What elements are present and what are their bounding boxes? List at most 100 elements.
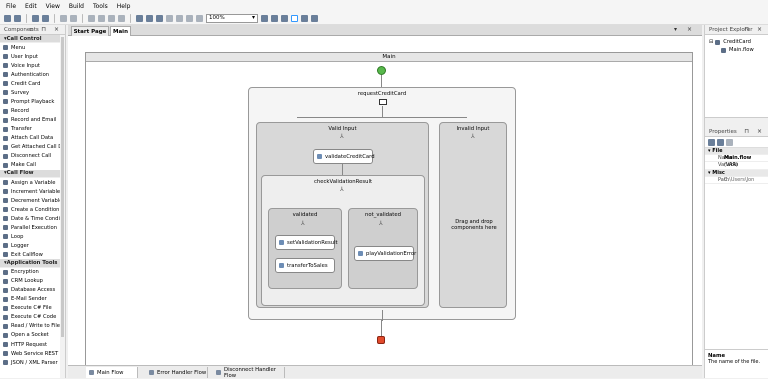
- component-item[interactable]: Record: [0, 107, 65, 116]
- request-credit-card-block[interactable]: requestCreditCard Valid Input ⅄ validate…: [248, 87, 516, 321]
- menu-file[interactable]: File: [6, 3, 16, 10]
- panel-controls[interactable]: ▫ ⊓ ×: [29, 26, 62, 33]
- tab-disconnect-handler-flow[interactable]: Disconnect Handler Flow: [213, 367, 285, 379]
- property-value[interactable]: C:\Users\Jon: [720, 177, 754, 183]
- transfer-to-sales-node[interactable]: transferToSales: [275, 258, 335, 273]
- component-item[interactable]: User Input: [0, 52, 65, 61]
- property-row[interactable]: Variable (VAR): [705, 162, 768, 170]
- redo-icon[interactable]: [70, 14, 77, 22]
- file-node[interactable]: Main.flow: [709, 47, 768, 53]
- zoom-select[interactable]: 100%: [206, 13, 258, 23]
- save-icon[interactable]: [32, 14, 39, 22]
- property-value[interactable]: Main.flow: [720, 155, 751, 161]
- menu-edit[interactable]: Edit: [25, 3, 37, 10]
- component-item[interactable]: Execute C# Code: [0, 313, 65, 322]
- property-row[interactable]: Name Main.flow: [705, 155, 768, 163]
- component-item[interactable]: Make Call: [0, 161, 65, 170]
- component-item[interactable]: Menu: [0, 43, 65, 52]
- component-item[interactable]: E-Mail Sender: [0, 295, 65, 304]
- set-validation-result-node[interactable]: setValidationResult: [275, 235, 338, 250]
- category-header[interactable]: ▾ Application Tools: [0, 259, 65, 268]
- check-validation-result-block[interactable]: checkValidationResult ⅄ validated ⅄ setV…: [261, 175, 425, 306]
- properties-section-file[interactable]: ▾ File: [705, 148, 768, 156]
- pointer-icon[interactable]: [291, 14, 298, 22]
- component-item[interactable]: Logger: [0, 241, 65, 250]
- delete-icon[interactable]: [118, 14, 125, 22]
- component-item[interactable]: Execute C# File: [0, 304, 65, 313]
- tab-error-handler-flow[interactable]: Error Handler Flow: [146, 367, 208, 378]
- menu-help[interactable]: Help: [117, 3, 131, 10]
- zoom-in-icon[interactable]: [261, 14, 268, 22]
- component-item[interactable]: Credit Card: [0, 79, 65, 88]
- component-item[interactable]: Disconnect Call: [0, 152, 65, 161]
- component-item[interactable]: Decrement Variable: [0, 196, 65, 205]
- invalid-input-branch[interactable]: Invalid Input ⅄ Drag and drop components…: [439, 122, 507, 308]
- tab-controls[interactable]: ▾ ×: [674, 26, 696, 33]
- component-item[interactable]: Open a Socket: [0, 331, 65, 340]
- move-down-icon[interactable]: [186, 14, 193, 22]
- property-row[interactable]: Path C:\Users\Jon: [705, 177, 768, 184]
- component-item[interactable]: Voice Input: [0, 61, 65, 70]
- component-item[interactable]: Transfer: [0, 125, 65, 134]
- property-pages-icon[interactable]: [726, 138, 733, 146]
- new-item-icon[interactable]: [14, 14, 21, 22]
- category-header[interactable]: ▾ Call Flow: [0, 169, 65, 179]
- alphabetical-icon[interactable]: [717, 138, 724, 146]
- hand-icon[interactable]: [301, 14, 308, 22]
- start-icon[interactable]: [377, 66, 386, 75]
- menu-build[interactable]: Build: [69, 3, 84, 10]
- project-node[interactable]: ⊟ CreditCard: [709, 39, 768, 45]
- end-icon[interactable]: [377, 336, 385, 344]
- zoom-fit-icon[interactable]: [281, 14, 288, 22]
- component-item[interactable]: Record and Email: [0, 116, 65, 125]
- validated-branch[interactable]: validated ⅄ setValidationResult transfer…: [268, 208, 342, 289]
- cut-icon[interactable]: [88, 14, 95, 22]
- paste-icon[interactable]: [108, 14, 115, 22]
- components-scrollbar[interactable]: [60, 35, 65, 378]
- properties-section-misc[interactable]: ▾ Misc: [705, 169, 768, 177]
- valid-input-branch[interactable]: Valid Input ⅄ validateCreditCard checkVa…: [256, 122, 429, 308]
- build-all-icon[interactable]: [146, 14, 153, 22]
- tab-start-page[interactable]: Start Page: [71, 26, 109, 36]
- settings-icon[interactable]: [311, 14, 318, 22]
- component-item[interactable]: Get Attached Call D: [0, 143, 65, 152]
- collapse-icon[interactable]: ⊟: [709, 39, 713, 45]
- menu-tools[interactable]: Tools: [93, 3, 108, 10]
- zoom-out-icon[interactable]: [271, 14, 278, 22]
- publish-icon[interactable]: [156, 14, 163, 22]
- component-item[interactable]: CRM Lookup: [0, 277, 65, 286]
- tab-main-flow[interactable]: Main Flow: [86, 367, 138, 378]
- tab-main[interactable]: Main: [110, 26, 131, 36]
- align-icon[interactable]: [166, 14, 173, 22]
- component-item[interactable]: HTTP Request: [0, 340, 65, 349]
- component-item[interactable]: Attach Call Data: [0, 134, 65, 143]
- component-item[interactable]: Database Access: [0, 286, 65, 295]
- not-validated-branch[interactable]: not_validated ⅄ playValidationError: [348, 208, 418, 289]
- component-item[interactable]: Prompt Playback: [0, 97, 65, 106]
- component-item[interactable]: Exit Callflow: [0, 250, 65, 259]
- category-header[interactable]: ▾ Call Control: [0, 35, 65, 44]
- component-item[interactable]: Date & Time Condit: [0, 214, 65, 223]
- new-project-icon[interactable]: [4, 14, 11, 22]
- panel-controls[interactable]: ⊓ ×: [744, 128, 765, 135]
- build-icon[interactable]: [136, 14, 143, 22]
- validate-credit-card-node[interactable]: validateCreditCard: [313, 149, 375, 164]
- categorized-icon[interactable]: [708, 138, 715, 146]
- distribute-icon[interactable]: [176, 14, 183, 22]
- component-item[interactable]: Survey: [0, 88, 65, 97]
- component-item[interactable]: Loop: [0, 232, 65, 241]
- property-value[interactable]: (VAR): [720, 162, 738, 168]
- component-item[interactable]: Parallel Execution: [0, 223, 65, 232]
- panel-controls[interactable]: ⊓ ×: [744, 26, 765, 33]
- component-item[interactable]: Assign a Variable: [0, 178, 65, 187]
- component-item[interactable]: Web Service REST: [0, 349, 65, 358]
- copy-icon[interactable]: [98, 14, 105, 22]
- component-item[interactable]: Read / Write to File: [0, 322, 65, 331]
- menu-view[interactable]: View: [46, 3, 60, 10]
- component-item[interactable]: Increment Variable: [0, 187, 65, 196]
- play-validation-error-node[interactable]: playValidationError: [354, 246, 416, 261]
- component-item[interactable]: Create a Condition: [0, 205, 65, 214]
- move-up-icon[interactable]: [196, 14, 203, 22]
- undo-icon[interactable]: [60, 14, 67, 22]
- scroll-thumb[interactable]: [61, 37, 64, 337]
